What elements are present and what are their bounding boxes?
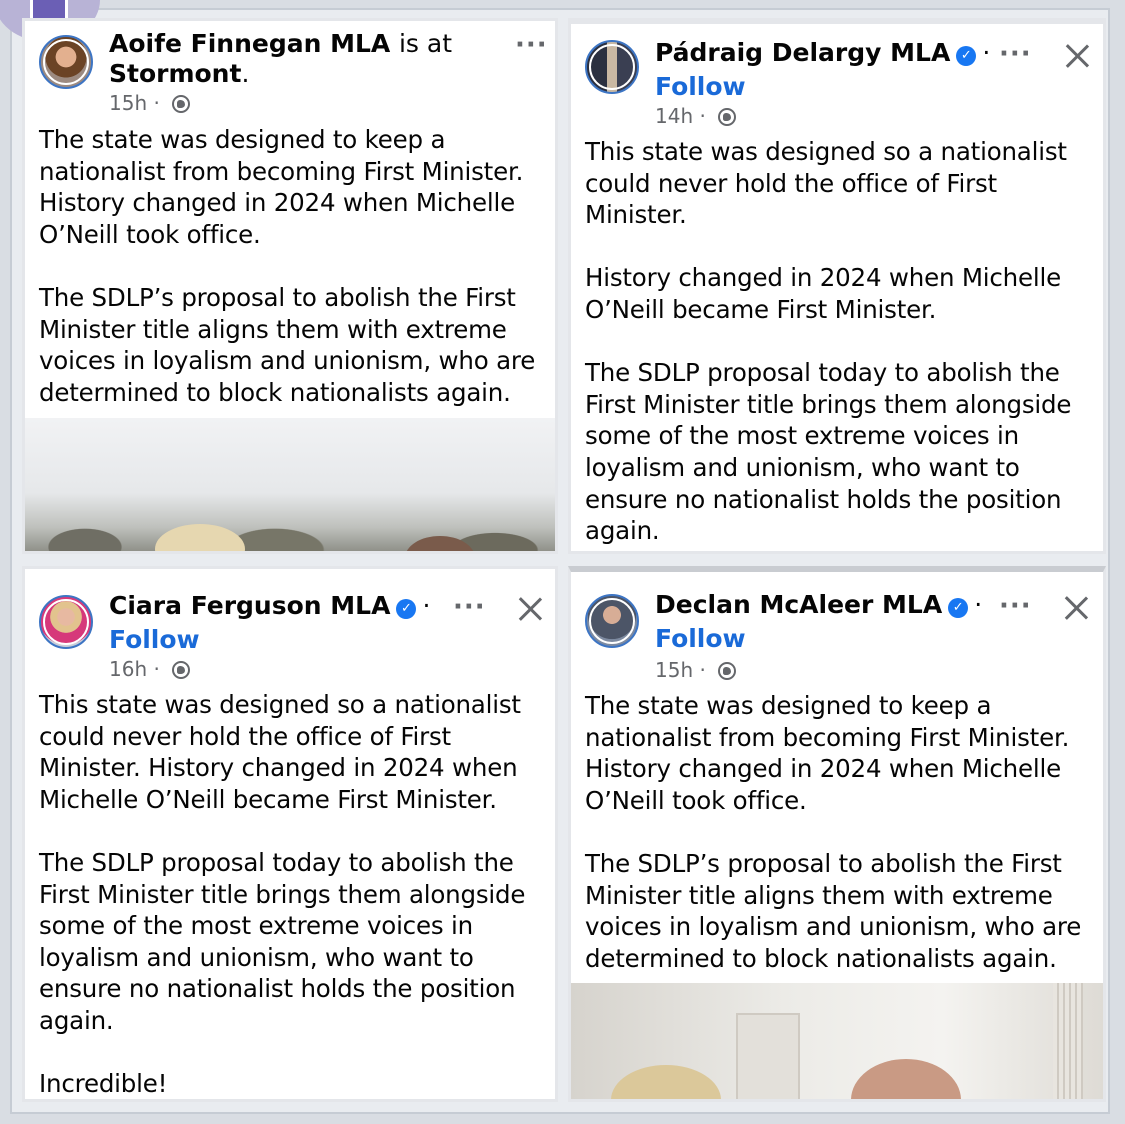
follow-button[interactable]: Follow [109,625,200,655]
author-name[interactable]: Aoife Finnegan MLA [109,29,390,58]
avatar[interactable] [39,35,93,89]
post-time[interactable]: 14h [655,104,693,128]
post-time[interactable]: 16h [109,657,147,681]
verified-badge-icon: ✓ [948,598,969,618]
close-icon[interactable] [1063,595,1089,621]
globe-icon [172,661,191,679]
close-icon[interactable] [517,596,543,622]
globe-icon [718,108,737,126]
meta-separator: · [153,91,160,115]
globe-icon [172,95,191,113]
meta-separator: · [699,104,706,128]
post-meta: 16h · [109,657,191,681]
meta-separator: · [153,657,160,681]
post-photo[interactable] [571,983,1103,1099]
post-body: The state was designed to keep a nationa… [39,125,536,407]
name-separator: · [982,38,991,67]
name-separator: · [422,591,431,620]
post-author-line: Pádraig Delargy MLA ✓ · [655,38,995,68]
post-card: Pádraig Delargy MLA ✓ · Follow ··· 14h · T… [568,18,1106,554]
verified-badge-icon: ✓ [956,46,977,66]
more-options-icon[interactable]: ··· [453,594,486,620]
avatar[interactable] [39,595,93,649]
avatar[interactable] [585,40,639,94]
name-separator: · [974,590,983,619]
post-time[interactable]: 15h [109,91,147,115]
author-name[interactable]: Pádraig Delargy MLA [655,38,950,67]
post-card: Ciara Ferguson MLA ✓ · Follow ··· 16h · Th… [22,566,558,1102]
meta-separator: · [699,658,706,682]
post-body: This state was designed so a nationalist… [39,690,526,1099]
post-body: This state was designed so a nationalist… [585,137,1072,546]
post-photo[interactable] [25,418,555,551]
post-author-line: Declan McAleer MLA ✓ · [655,590,995,620]
post-card: Declan McAleer MLA ✓ · Follow ··· 15h · Th… [568,566,1106,1102]
more-options-icon[interactable]: ··· [515,32,548,58]
post-meta: 15h · [109,91,191,115]
checkin-verb: is at [398,29,453,58]
follow-button[interactable]: Follow [655,72,746,102]
post-author-line: Ciara Ferguson MLA ✓ · [109,591,431,621]
author-name[interactable]: Ciara Ferguson MLA [109,591,390,620]
verified-badge-icon: ✓ [396,599,417,619]
avatar[interactable] [585,594,639,648]
checkin-end: . [241,59,250,88]
location-link[interactable]: Stormont [109,59,241,88]
close-icon[interactable] [1064,43,1090,69]
follow-button[interactable]: Follow [655,624,746,654]
post-time[interactable]: 15h [655,658,693,682]
post-card: Aoife Finnegan MLA is at Stormont. ··· 1… [22,18,558,554]
post-author-line: Aoife Finnegan MLA is at Stormont. [109,29,489,89]
post-meta: 14h · [655,104,737,128]
post-body: The state was designed to keep a nationa… [585,691,1082,973]
more-options-icon[interactable]: ··· [999,41,1032,67]
globe-icon [718,662,737,680]
post-meta: 15h · [655,658,737,682]
more-options-icon[interactable]: ··· [999,593,1032,619]
author-name[interactable]: Declan McAleer MLA [655,590,942,619]
